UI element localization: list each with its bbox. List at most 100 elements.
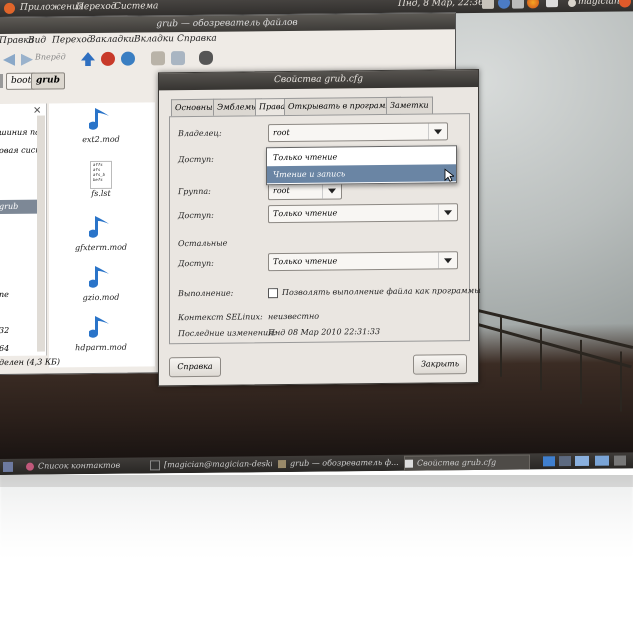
terminal-icon: [150, 460, 160, 471]
group-label: Группа:: [178, 186, 211, 197]
up-icon[interactable]: [81, 52, 95, 66]
chevron-down-icon: [322, 182, 341, 199]
menu-applications[interactable]: Приложения: [20, 2, 84, 13]
workspace-4-icon[interactable]: [595, 455, 609, 466]
mouse-pointer-icon: [444, 168, 454, 182]
menu-tabs[interactable]: Вкладки: [134, 34, 174, 44]
exec-checkbox-label[interactable]: Позволять выполнение файла как программы: [282, 286, 481, 297]
file-item[interactable]: gfxterm.mod: [71, 215, 131, 253]
modified-value: Пнд 08 Мар 2010 22:31:33: [268, 327, 381, 338]
forward-label[interactable]: Вперёд: [35, 52, 66, 61]
sidebar-scrollbar[interactable]: [37, 115, 45, 352]
properties-dialog: Свойства grub.cfg Основные Эмблемы Права…: [158, 68, 481, 387]
owner-label: Владелец:: [178, 128, 222, 139]
menu-item-read-write[interactable]: Чтение и запись: [267, 164, 456, 184]
flag-icon[interactable]: [482, 0, 494, 9]
sidebar-item-selected[interactable]: grub: [0, 199, 39, 215]
workspace-3-icon[interactable]: [575, 455, 589, 466]
search-icon[interactable]: [199, 50, 213, 65]
wallpaper-pier: [470, 293, 633, 415]
owner-combo[interactable]: root: [268, 122, 448, 143]
workspace-1-icon[interactable]: [543, 456, 555, 467]
menu-system[interactable]: Система: [114, 1, 158, 11]
path-left-arrow-icon[interactable]: [0, 73, 3, 89]
tab-open-with[interactable]: Открывать в программе: [284, 96, 401, 116]
folder-icon: [278, 460, 286, 469]
group-access-label: Доступ:: [178, 210, 214, 221]
sidebar-item[interactable]: [0, 180, 39, 194]
file-icon-view: ext2.mod affs afs afs_b befs fs.lst gfxt…: [49, 102, 155, 368]
home-icon[interactable]: [151, 51, 165, 66]
exec-checkbox[interactable]: [268, 288, 278, 299]
task-properties[interactable]: Свойства grub.cfg: [404, 454, 530, 472]
sidebar-item[interactable]: [0, 162, 39, 176]
ubuntu-logo-icon[interactable]: [4, 2, 15, 14]
task-file-manager[interactable]: grub — обозреватель ф...: [278, 456, 398, 471]
power-icon[interactable]: [619, 0, 631, 8]
chevron-down-icon: [438, 204, 457, 221]
sidebar-item[interactable]: ne: [0, 288, 39, 302]
task-label: Свойства grub.cfg: [417, 457, 497, 468]
group-access-combo[interactable]: Только чтение: [268, 203, 458, 224]
file-item[interactable]: gzio.mod: [71, 265, 131, 303]
sidebar-item[interactable]: [0, 224, 39, 238]
modified-label: Последние изменения:: [178, 328, 277, 339]
access-dropdown-menu: Только чтение Чтение и запись: [266, 145, 457, 186]
group-value: root: [273, 185, 290, 196]
volume-icon[interactable]: [512, 0, 524, 9]
close-button[interactable]: Закрыть: [413, 354, 467, 375]
user-name[interactable]: magician: [578, 0, 620, 7]
task-label: grub — обозреватель ф...: [290, 457, 398, 468]
menu-places[interactable]: Переход: [76, 2, 116, 12]
bluetooth-icon[interactable]: [498, 0, 510, 9]
audio-icon: [89, 266, 109, 288]
task-terminal[interactable]: [magician@magician-deskt...: [150, 457, 272, 472]
menu-help[interactable]: Справка: [177, 34, 217, 44]
user-icon: [568, 0, 576, 8]
computer-icon[interactable]: [171, 51, 185, 66]
stop-icon[interactable]: [101, 51, 115, 66]
menu-go[interactable]: Переход: [52, 35, 92, 45]
file-name: hdparm.mod: [75, 342, 127, 353]
task-label: Список контактов: [38, 460, 121, 471]
owner-value: root: [273, 127, 290, 138]
file-item[interactable]: hdparm.mod: [71, 315, 131, 353]
reload-icon[interactable]: [121, 51, 135, 66]
firefox-icon[interactable]: [527, 0, 539, 9]
show-desktop-icon[interactable]: [3, 461, 13, 472]
text-file-icon: affs afs afs_b befs: [90, 160, 112, 190]
status-bar: делен (4,3 КБ): [0, 357, 61, 368]
others-access-label: Доступ:: [178, 258, 214, 269]
desktop-reflection: [0, 475, 633, 617]
path-crumb-grub[interactable]: grub: [31, 72, 65, 90]
sidebar-item[interactable]: овая сист: [0, 144, 39, 158]
dialog-title[interactable]: Свойства grub.cfg: [159, 69, 478, 91]
trash-icon[interactable]: [614, 455, 626, 466]
mail-icon[interactable]: [546, 0, 558, 8]
audio-icon: [89, 316, 109, 338]
clock[interactable]: Пнд, 8 Мар, 22:36: [398, 0, 484, 9]
file-name: fs.lst: [91, 188, 111, 199]
owner-access-label: Доступ:: [178, 154, 214, 165]
contacts-icon: [26, 462, 34, 471]
file-item[interactable]: ext2.mod: [71, 107, 131, 145]
back-icon[interactable]: [3, 54, 15, 66]
sidebar-item[interactable]: шиния па: [0, 126, 39, 140]
help-button[interactable]: Справка: [169, 356, 221, 378]
menu-bookmarks[interactable]: Закладки: [90, 35, 134, 45]
properties-icon: [405, 459, 413, 468]
others-access-combo[interactable]: Только чтение: [268, 251, 458, 272]
workspace-2-icon[interactable]: [559, 456, 571, 467]
forward-icon[interactable]: [21, 54, 33, 66]
selinux-value: неизвестно: [268, 311, 320, 322]
task-contacts[interactable]: Список контактов: [26, 458, 144, 473]
file-item[interactable]: affs afs afs_b befs fs.lst: [71, 160, 131, 199]
preview-line: befs: [93, 176, 103, 183]
chevron-down-icon: [438, 252, 457, 269]
reflection-fade: [0, 475, 633, 617]
menu-item-read-only[interactable]: Только чтение: [267, 147, 456, 166]
tab-notes[interactable]: Заметки: [386, 96, 433, 114]
menu-view[interactable]: Вид: [28, 36, 46, 46]
sidebar-item[interactable]: 32: [0, 324, 39, 338]
chevron-down-icon: [428, 123, 447, 140]
